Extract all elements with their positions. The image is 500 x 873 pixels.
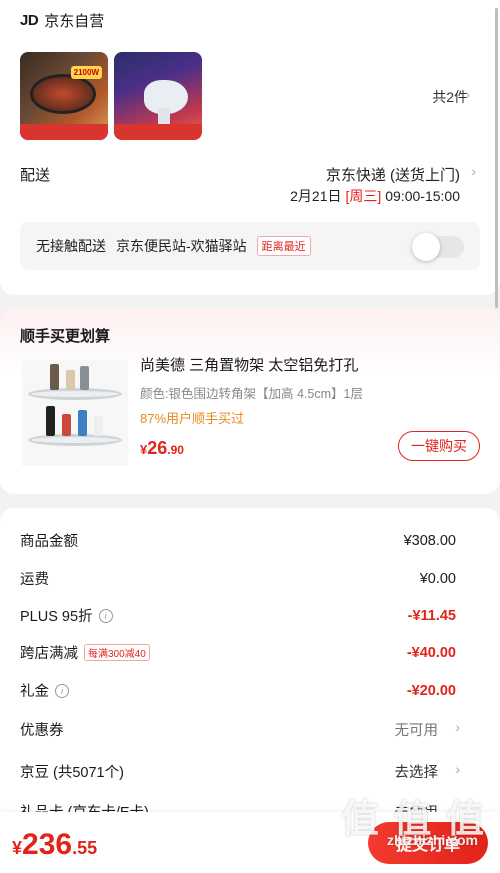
total-symbol: ¥ [12,838,23,858]
one-click-buy-button[interactable]: 一键购买 [398,431,480,461]
thumbnail-badge: 2100W [70,66,102,79]
bottle-image [62,414,71,436]
price-decimal: .90 [167,443,184,457]
delivery-weekday: [周三] [345,188,382,204]
total-decimal: .55 [72,838,98,858]
shelf-tier-top [28,388,122,400]
scrollbar[interactable] [495,8,498,308]
summary-row-cross-store: 跨店满减 每满300减40 -¥40.00 [20,642,460,663]
summary-row-plus-discount: PLUS 95折 i -¥11.45 [20,605,460,626]
summary-label: 运费 [20,572,49,588]
thumbnail-banner [20,124,108,140]
shop-header: JD 京东自营 [20,10,104,31]
griddle-pan-image [30,74,96,114]
bottle-image [50,364,59,390]
jd-logo: JD [20,12,39,29]
bottle-image [46,406,55,436]
shop-name: 京东自营 [44,13,105,30]
delivery-time[interactable]: 2月21日 [周三] 09:00-15:00 [290,186,460,206]
summary-value: 无可用 [394,723,439,739]
order-items-card: JD 京东自营 2100W 共2件 › 配送 京东快递 (送货上门) › 2月2… [0,0,500,295]
chevron-right-icon: › [455,761,460,777]
no-contact-label: 无接触配送 [36,238,106,254]
summary-label: 礼金 [20,684,49,700]
delivery-method[interactable]: 京东快递 (送货上门) [326,164,460,185]
bottle-image [94,416,103,436]
info-icon[interactable]: i [98,608,113,623]
summary-row-gift-money: 礼金 i -¥20.00 [20,680,460,701]
summary-label: 商品金额 [20,534,78,550]
pickup-station: 京东便民站-欢猫驿站 [116,238,247,254]
items-chevron-right-icon[interactable]: › [465,86,470,102]
shelf-product-image[interactable] [22,360,128,466]
summary-value: -¥40.00 [406,644,456,661]
bundle-title: 顺手买更划算 [20,328,111,345]
delivery-date: 2月21日 [290,188,342,204]
delivery-label: 配送 [20,167,51,184]
item-count[interactable]: 共2件 [432,87,468,107]
summary-row-jingdou[interactable]: 京豆 (共5071个) 去选择 › [20,761,460,782]
thumbnail-banner [114,124,202,140]
chevron-right-icon: › [455,719,460,735]
add-on-bundle-card: 顺手买更划算 尚美德 三角置物架 太空铝免打孔 颜色:银色围边转角架【加高 4.… [0,308,500,494]
summary-value: ¥0.00 [419,570,456,587]
bundle-buy-stat: 87%用户顺手买过 [140,411,245,426]
summary-label: 京豆 (共5071个) [20,765,124,781]
delivery-window: 09:00-15:00 [385,188,460,204]
summary-value: -¥11.45 [407,607,456,624]
summary-label: 优惠券 [20,723,64,739]
bundle-product-spec: 颜色:银色围边转角架【加高 4.5cm】1层 [140,387,363,401]
bundle-product-name[interactable]: 尚美德 三角置物架 太空铝免打孔 [140,354,358,375]
promo-badge: 每满300减40 [84,644,150,661]
summary-label: 跨店满减 [20,646,78,662]
total-integer: 236 [22,828,73,861]
summary-row-shipping: 运费 ¥0.00 [20,568,460,589]
price-integer: 26 [147,438,168,458]
shelf-tier-bottom [28,434,122,446]
summary-value: -¥20.00 [406,682,456,699]
product-thumbnail-hairdryer[interactable] [114,52,202,140]
no-contact-delivery-row: 无接触配送 京东便民站-欢猫驿站 距离最近 [20,222,480,270]
watermark-site: zhizhizhi.com [387,832,478,848]
summary-row-coupon[interactable]: 优惠券 无可用 › [20,719,460,740]
summary-row-subtotal: 商品金额 ¥308.00 [20,530,460,551]
product-thumbnail-griddle[interactable]: 2100W [20,52,108,140]
total-price: ¥236.55 [12,828,97,862]
nearest-badge: 距离最近 [256,236,311,256]
bottle-image [78,410,87,436]
bundle-price: ¥26.90 [140,438,184,459]
bottle-image [66,370,75,390]
delivery-chevron-right-icon[interactable]: › [471,163,476,179]
toggle-knob [412,233,440,261]
bottle-image [80,366,89,390]
summary-value: 去选择 [394,765,439,781]
info-icon[interactable]: i [55,683,69,698]
summary-value: ¥308.00 [403,532,456,549]
no-contact-toggle[interactable] [412,233,464,261]
summary-label: PLUS 95折 [20,609,93,625]
